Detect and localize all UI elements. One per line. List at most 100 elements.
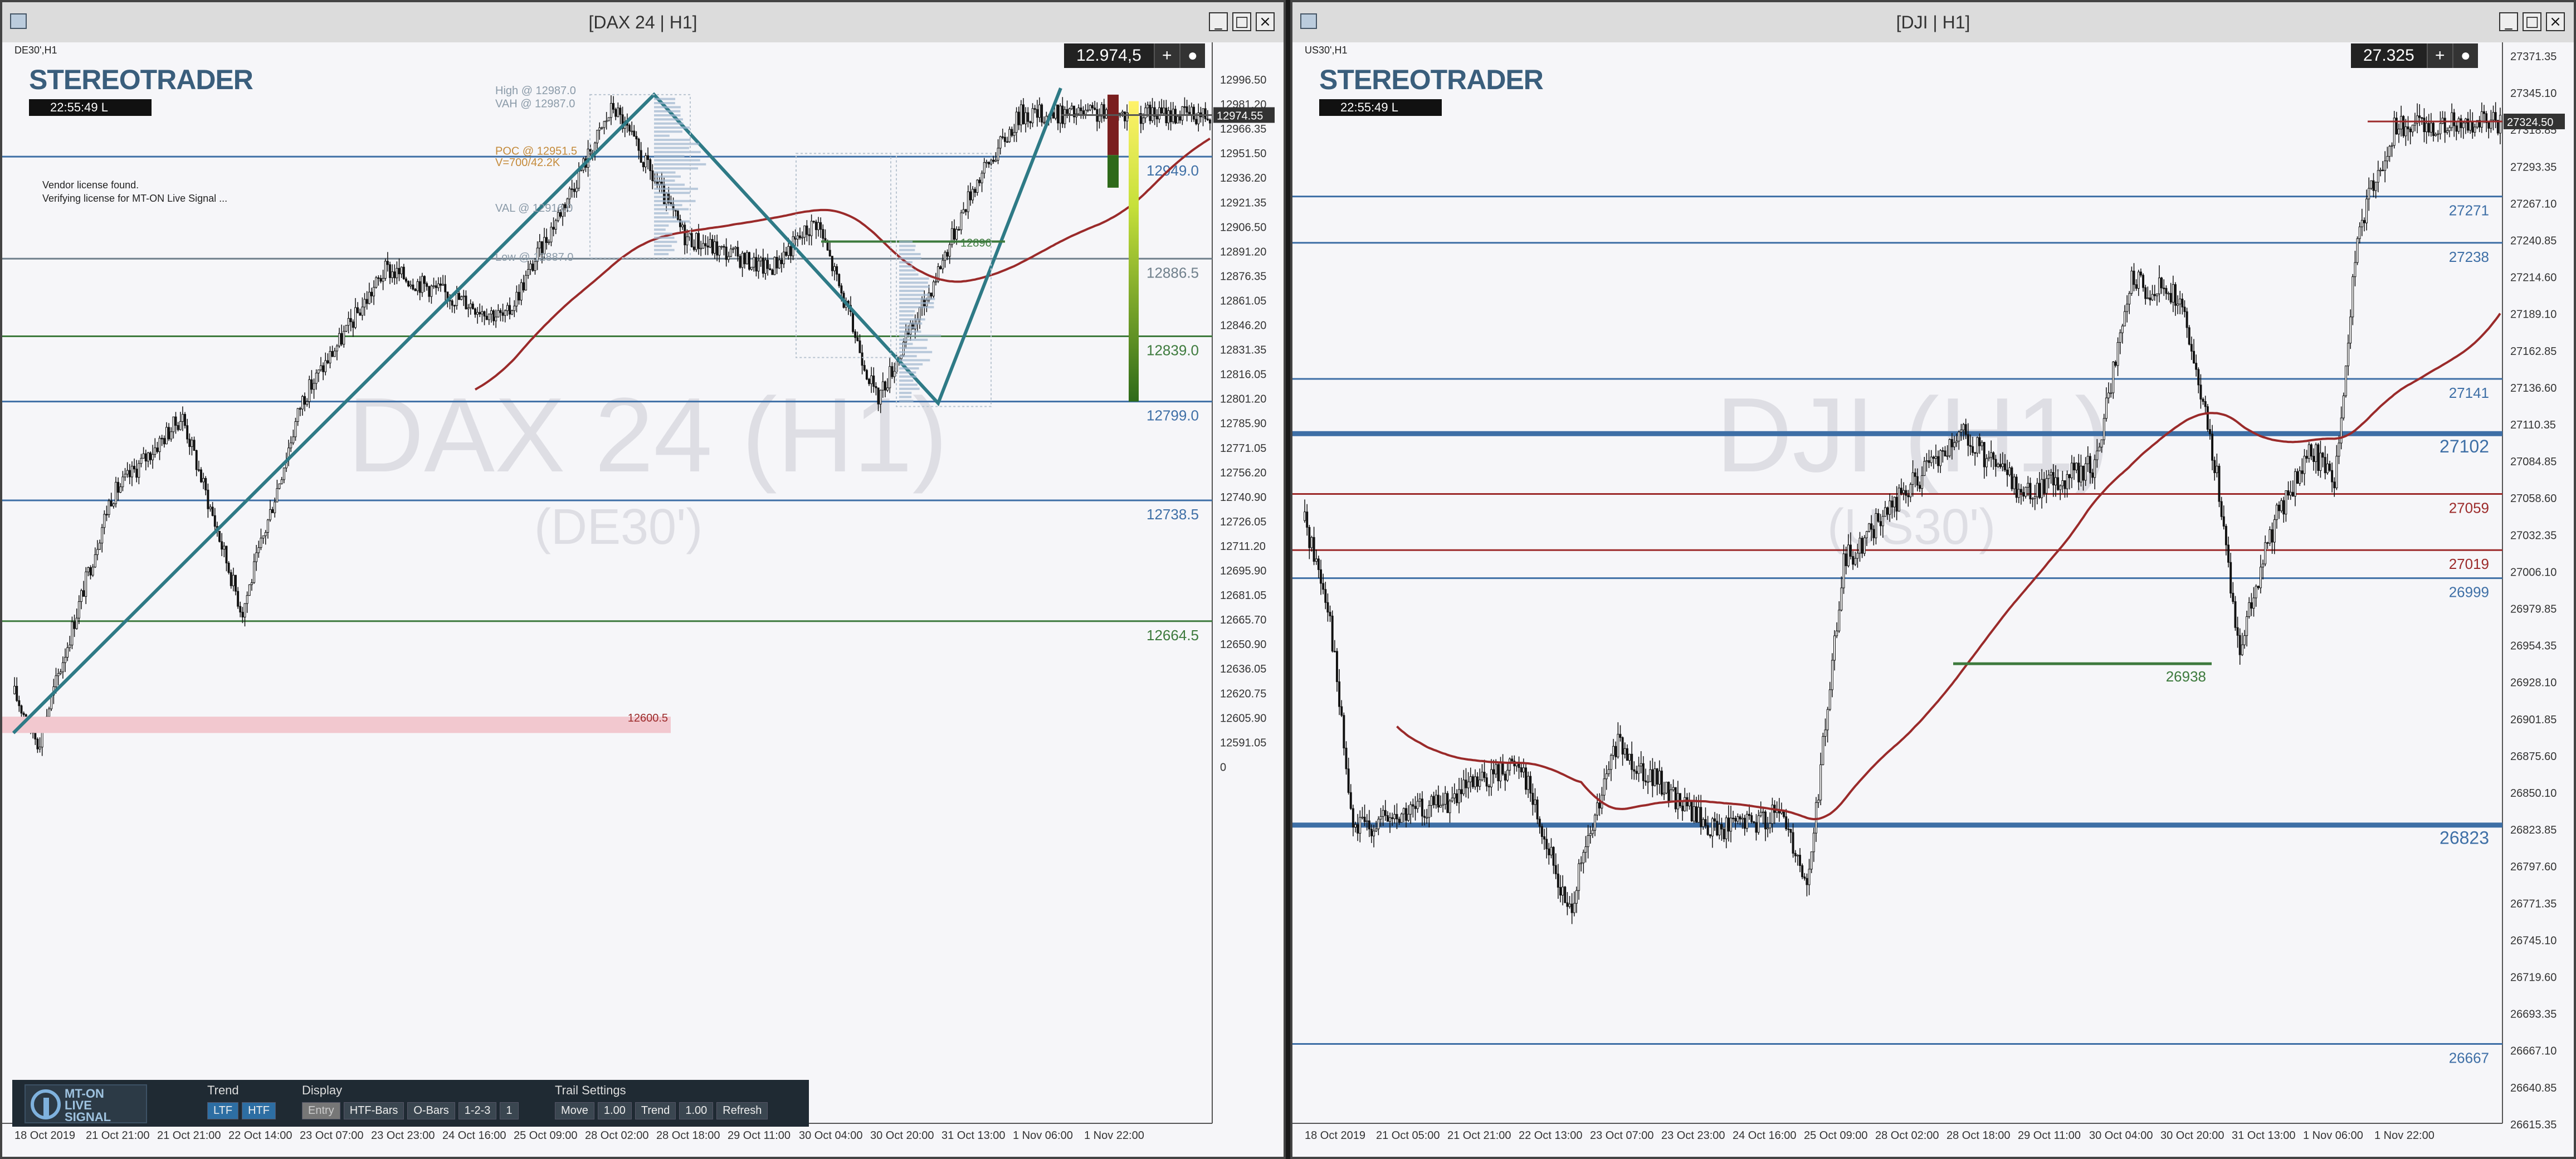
candle-body bbox=[1326, 602, 1329, 613]
candle-body bbox=[2073, 462, 2075, 471]
candle-body bbox=[2096, 450, 2099, 460]
entry-button[interactable]: Entry bbox=[302, 1102, 340, 1119]
trail-trend-button[interactable]: Trend bbox=[635, 1102, 676, 1119]
dax-price-widget[interactable]: 12.974,5 + ● bbox=[1064, 43, 1205, 68]
candle-body bbox=[423, 276, 426, 284]
candle-body bbox=[619, 108, 622, 115]
ltf-button[interactable]: LTF bbox=[207, 1102, 239, 1119]
o-bars-button[interactable]: O-Bars bbox=[407, 1102, 455, 1119]
candle-body bbox=[932, 281, 935, 296]
candle-body bbox=[2086, 456, 2089, 464]
volume-profile-bar bbox=[654, 155, 685, 158]
candle-body bbox=[1487, 786, 1490, 787]
htf-button[interactable]: HTF bbox=[242, 1102, 276, 1119]
dji-price-widget[interactable]: 27.325 + ● bbox=[2351, 43, 2478, 68]
candle-body bbox=[1329, 612, 1331, 616]
candle-body bbox=[1393, 814, 1396, 819]
maximize-button[interactable]: □ bbox=[1232, 12, 1251, 31]
candle-body bbox=[1536, 799, 1539, 820]
candle-body bbox=[361, 306, 364, 316]
candle-body bbox=[373, 287, 375, 296]
candle-body bbox=[2163, 288, 2165, 289]
candle-body bbox=[124, 474, 126, 478]
volume-profile-bar bbox=[899, 257, 921, 260]
candle-body bbox=[1343, 715, 1345, 748]
y-axis-tick-label: 12936.20 bbox=[1220, 172, 1266, 184]
add-order-icon[interactable]: + bbox=[2426, 43, 2452, 68]
candle-body bbox=[235, 574, 237, 592]
candle-body bbox=[1612, 746, 1615, 756]
candle-body bbox=[144, 453, 147, 462]
candle-body bbox=[838, 274, 841, 286]
candle-body bbox=[308, 379, 311, 402]
volume-profile-bar bbox=[899, 338, 928, 341]
y-axis-tick-label: 12711.20 bbox=[1220, 540, 1266, 553]
trail-move-button[interactable]: Move bbox=[555, 1102, 594, 1119]
candle-body bbox=[714, 241, 716, 254]
candle-body bbox=[409, 284, 412, 286]
dax-price-chart[interactable]: DAX 24 (H1)(DE30')12996.5012981.2012966.… bbox=[2, 42, 1284, 1157]
candle-body bbox=[18, 700, 21, 707]
close-button[interactable]: × bbox=[1256, 12, 1275, 31]
candle-body bbox=[22, 713, 25, 715]
candle-body bbox=[748, 252, 750, 270]
candle-body bbox=[930, 293, 933, 296]
candle-body bbox=[732, 248, 735, 250]
add-order-icon[interactable]: + bbox=[1153, 43, 1179, 68]
volume-profile-bar bbox=[899, 379, 914, 382]
circle-menu-icon[interactable]: ● bbox=[1179, 43, 1205, 68]
volume-profile-bar bbox=[899, 343, 913, 345]
candle-body bbox=[1155, 116, 1158, 120]
volume-profile-bar bbox=[899, 318, 925, 321]
candle-body bbox=[1525, 767, 1527, 790]
candle-body bbox=[280, 479, 283, 484]
candle-body bbox=[345, 325, 348, 332]
mt-on-logo[interactable]: MT-ON LIVE SIGNAL bbox=[25, 1084, 147, 1123]
candle-body bbox=[1331, 615, 1334, 652]
candle-body bbox=[665, 193, 668, 204]
candle-body bbox=[2377, 170, 2379, 183]
refresh-button[interactable]: Refresh bbox=[716, 1102, 768, 1119]
candle-body bbox=[1858, 538, 1861, 554]
candle-body bbox=[428, 286, 431, 297]
trail-move-value[interactable]: 1.00 bbox=[597, 1102, 632, 1119]
candle-body bbox=[1462, 780, 1465, 795]
maximize-button[interactable]: □ bbox=[2523, 12, 2541, 31]
candle-body bbox=[1591, 830, 1594, 834]
candle-body bbox=[1806, 878, 1808, 885]
candle-body bbox=[1985, 458, 1988, 468]
candle-body bbox=[460, 296, 463, 300]
candle-body bbox=[2338, 442, 2340, 457]
close-button[interactable]: × bbox=[2546, 12, 2565, 31]
minimize-button[interactable]: _ bbox=[2499, 12, 2518, 31]
one-two-three-button[interactable]: 1-2-3 bbox=[458, 1102, 497, 1119]
candle-body bbox=[117, 481, 120, 493]
candle-body bbox=[1414, 806, 1417, 809]
candle-body bbox=[2434, 134, 2437, 137]
level-price-label: 26667 bbox=[2449, 1050, 2489, 1067]
trail-trend-value[interactable]: 1.00 bbox=[679, 1102, 714, 1119]
candle-body bbox=[2492, 112, 2495, 120]
dji-price-chart[interactable]: DJI (H1)(US30')27371.3527345.1027318.852… bbox=[1292, 42, 2574, 1157]
pattern-count-button[interactable]: 1 bbox=[500, 1102, 519, 1119]
y-axis-tick-label: 12665.70 bbox=[1220, 614, 1266, 626]
candle-body bbox=[504, 310, 506, 316]
htf-bars-button[interactable]: HTF-Bars bbox=[343, 1102, 404, 1119]
dji-window-titlebar[interactable]: [DJI | H1] _ □ × bbox=[1292, 2, 2574, 43]
candle-body bbox=[1681, 805, 1684, 811]
candle-body bbox=[329, 351, 331, 363]
volume-profile-bar bbox=[654, 249, 675, 251]
candle-body bbox=[868, 379, 870, 384]
candle-body bbox=[1001, 136, 1004, 138]
y-axis-tick-label: 26667.10 bbox=[2510, 1045, 2557, 1058]
candle-body bbox=[1845, 553, 1847, 566]
candle-body bbox=[1852, 556, 1855, 565]
candle-body bbox=[1483, 772, 1486, 778]
dax-window-titlebar[interactable]: [DAX 24 | H1] _ □ × bbox=[2, 2, 1284, 43]
minimize-button[interactable]: _ bbox=[1209, 12, 1228, 31]
candle-body bbox=[393, 271, 396, 279]
circle-menu-icon[interactable]: ● bbox=[2452, 43, 2478, 68]
candle-body bbox=[1481, 772, 1484, 781]
candle-body bbox=[1969, 445, 1972, 447]
candle-body bbox=[1043, 121, 1046, 124]
